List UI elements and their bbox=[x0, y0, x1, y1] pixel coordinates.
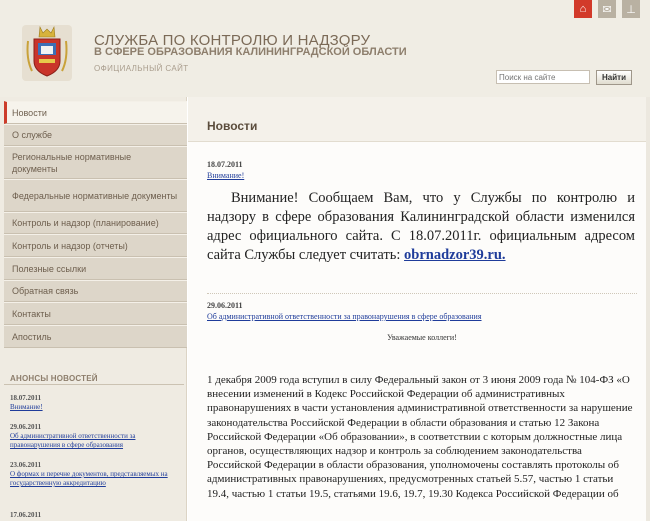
sidebar-item-control-planning[interactable]: Контроль и надзор (планирование) bbox=[4, 212, 187, 234]
greeting-text: Уважаемые коллеги! bbox=[387, 333, 457, 342]
sidebar-item-about[interactable]: О службе bbox=[4, 124, 187, 146]
news-link[interactable]: Внимание! bbox=[10, 403, 178, 412]
page-title: Новости bbox=[207, 119, 258, 133]
main-header: Новости bbox=[188, 97, 650, 142]
news-date: 18.07.2011 bbox=[207, 160, 243, 169]
divider bbox=[4, 384, 184, 385]
search-input[interactable] bbox=[496, 70, 590, 84]
sidebar-item-regional-docs[interactable]: Региональные нормативные документы bbox=[4, 146, 187, 179]
notice-text: Внимание! Сообщаем Вам, что у Службы по … bbox=[207, 189, 635, 265]
sidebar-item-control-reports[interactable]: Контроль и надзор (отчеты) bbox=[4, 234, 187, 257]
home-icon[interactable]: ⌂ bbox=[574, 0, 592, 18]
scrollbar[interactable] bbox=[646, 97, 650, 521]
sidebar-item-news[interactable]: Новости bbox=[4, 101, 187, 124]
search-button[interactable]: Найти bbox=[596, 70, 632, 85]
sidebar-item-contacts[interactable]: Контакты bbox=[4, 302, 187, 325]
news-announcements-heading: АНОНСЫ НОВОСТЕЙ bbox=[10, 374, 98, 383]
site-title-region: В СФЕРЕ ОБРАЗОВАНИЯ КАЛИНИНГРАДСКОЙ ОБЛА… bbox=[94, 46, 407, 58]
sidebar: Новости О службе Региональные нормативны… bbox=[0, 97, 187, 521]
new-site-link[interactable]: obrnadzor39.ru. bbox=[404, 247, 506, 263]
sidebar-item-apostille[interactable]: Апостиль bbox=[4, 325, 187, 348]
main-content: Новости 18.07.2011 Внимание! Внимание! С… bbox=[188, 97, 650, 521]
news-title-link[interactable]: Внимание! bbox=[207, 171, 244, 180]
news-date: 29.06.2011 bbox=[10, 423, 42, 431]
news-link[interactable]: О формах и перечне документов, представл… bbox=[10, 470, 178, 488]
sitemap-icon[interactable]: ⊥ bbox=[622, 0, 640, 18]
site-subtitle: ОФИЦИАЛЬНЫЙ САЙТ bbox=[94, 64, 189, 73]
news-link[interactable]: Об административной ответственности за п… bbox=[10, 432, 178, 450]
coat-of-arms-logo[interactable] bbox=[22, 19, 72, 81]
sidebar-item-links[interactable]: Полезные ссылки bbox=[4, 257, 187, 280]
sidebar-item-federal-docs[interactable]: Федеральные нормативные документы bbox=[4, 179, 187, 212]
news-title-link[interactable]: Об административной ответственности за п… bbox=[207, 312, 482, 321]
news-date: 23.06.2011 bbox=[10, 461, 42, 469]
site-header: ⌂ ✉ ⊥ СЛУЖБА ПО КОНТРОЛЮ И НАДЗОРУ В СФЕ… bbox=[0, 0, 650, 97]
news-date: 17.06.2011 bbox=[10, 511, 42, 519]
news-date: 18.07.2011 bbox=[10, 394, 42, 402]
sidebar-item-feedback[interactable]: Обратная связь bbox=[4, 280, 187, 302]
top-icon-bar: ⌂ ✉ ⊥ bbox=[574, 0, 640, 18]
article-body: 1 декабря 2009 года вступил в силу Федер… bbox=[207, 374, 633, 500]
mail-icon[interactable]: ✉ bbox=[598, 0, 616, 18]
news-date: 29.06.2011 bbox=[207, 301, 243, 310]
divider bbox=[207, 293, 637, 294]
